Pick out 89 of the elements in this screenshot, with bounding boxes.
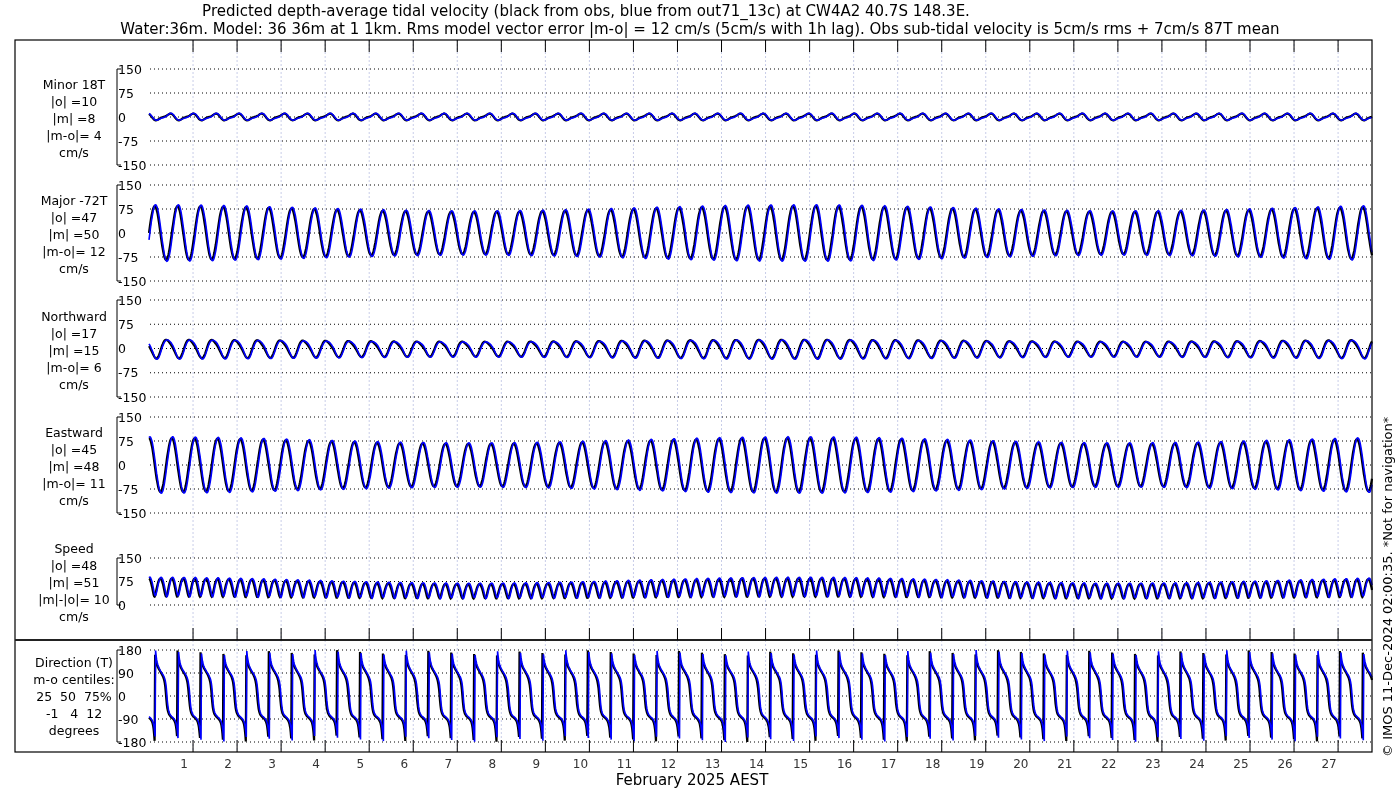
panel-label: m-o centiles: bbox=[33, 672, 115, 687]
x-tick-label: 27 bbox=[1321, 757, 1337, 771]
y-tick-label: -75 bbox=[118, 133, 139, 149]
x-tick-label: 19 bbox=[969, 757, 985, 771]
x-axis-label: February 2025 AEST bbox=[615, 771, 769, 789]
panel-label: |o| =10 bbox=[50, 94, 98, 109]
y-tick-label: -75 bbox=[118, 249, 139, 265]
x-tick-label: 22 bbox=[1101, 757, 1117, 771]
x-tick-label: 5 bbox=[356, 757, 364, 771]
x-tick-label: 20 bbox=[1013, 757, 1029, 771]
panel-label: |m-o|= 12 bbox=[42, 244, 106, 259]
y-tick-label: -75 bbox=[118, 481, 139, 497]
y-tick-label: 90 bbox=[118, 665, 134, 681]
y-tick-label: 75 bbox=[118, 433, 134, 449]
panel-label: |m-o|= 11 bbox=[42, 476, 106, 491]
x-tick-label: 2 bbox=[224, 757, 232, 771]
panel-label: |o| =47 bbox=[50, 210, 98, 225]
panel-label: cm/s bbox=[59, 145, 89, 160]
y-tick-label: 75 bbox=[118, 85, 134, 101]
panel-label: |m|-|o|= 10 bbox=[38, 592, 110, 607]
x-tick-label: 7 bbox=[444, 757, 453, 771]
y-tick-label: 180 bbox=[118, 642, 142, 658]
panel-label: -1 4 12 bbox=[45, 706, 103, 721]
panel-label: Speed bbox=[54, 541, 94, 556]
y-tick-label: 0 bbox=[118, 109, 126, 125]
panel-label: |o| =45 bbox=[50, 442, 98, 457]
panel-label: cm/s bbox=[59, 377, 89, 392]
y-tick-label: 0 bbox=[118, 457, 126, 473]
x-tick-label: 6 bbox=[400, 757, 409, 771]
y-tick-label: -150 bbox=[118, 505, 147, 521]
x-tick-label: 4 bbox=[312, 757, 320, 771]
y-tick-label: -150 bbox=[118, 389, 147, 405]
x-tick-label: 26 bbox=[1277, 757, 1293, 771]
x-tick-label: 13 bbox=[704, 757, 721, 771]
x-tick-label: 16 bbox=[837, 757, 853, 771]
x-tick-label: 23 bbox=[1145, 757, 1161, 771]
panel-label: |m| =48 bbox=[48, 459, 100, 474]
y-tick-label: 150 bbox=[118, 409, 142, 425]
x-tick-label: 12 bbox=[660, 757, 677, 771]
x-tick-label: 14 bbox=[748, 757, 765, 771]
panel-label: |m| =50 bbox=[48, 227, 100, 242]
x-tick-label: 18 bbox=[925, 757, 941, 771]
y-tick-label: 150 bbox=[118, 61, 142, 77]
panel-label: degrees bbox=[48, 723, 100, 738]
y-tick-label: 0 bbox=[118, 688, 126, 704]
panel-label: |m| =51 bbox=[48, 575, 100, 590]
x-tick-label: 10 bbox=[572, 757, 589, 771]
panel-label: |o| =48 bbox=[50, 558, 98, 573]
panel-label: cm/s bbox=[59, 493, 89, 508]
panel-label: Minor 18T bbox=[42, 77, 106, 92]
y-tick-label: 75 bbox=[118, 574, 134, 589]
x-tick-label: 25 bbox=[1233, 757, 1249, 771]
y-tick-label: -150 bbox=[118, 273, 147, 289]
chart-title: Predicted depth-average tidal velocity (black from obs, blue from out71_13c) at CW4A2 40.7S 148.3E. bbox=[202, 2, 970, 20]
panel-label: |o| =17 bbox=[50, 326, 98, 341]
y-tick-label: 150 bbox=[118, 177, 142, 193]
y-tick-label: 75 bbox=[118, 316, 134, 332]
x-tick-label: 11 bbox=[616, 757, 633, 771]
panel-label: Major -72T bbox=[40, 193, 108, 208]
x-tick-label: 1 bbox=[180, 757, 188, 771]
x-tick-label: 8 bbox=[488, 757, 497, 771]
x-tick-label: 21 bbox=[1057, 757, 1073, 771]
panel-label: cm/s bbox=[59, 261, 89, 276]
y-tick-label: 0 bbox=[118, 597, 126, 613]
y-tick-label: -90 bbox=[118, 711, 139, 727]
panel-label: Direction (T) bbox=[35, 655, 113, 670]
panel-label: Northward bbox=[41, 309, 107, 324]
y-tick-label: 150 bbox=[118, 292, 142, 308]
y-tick-label: -150 bbox=[118, 157, 147, 173]
x-tick-label: 3 bbox=[268, 757, 276, 771]
y-tick-label: 0 bbox=[118, 341, 126, 356]
y-tick-label: -75 bbox=[118, 365, 139, 381]
x-tick-label: 15 bbox=[792, 757, 809, 771]
panel-label: |m-o|= 4 bbox=[46, 128, 102, 143]
x-tick-label: 9 bbox=[532, 757, 541, 771]
footer-note: © IMOS 11-Dec-2024 02:00:35. *Not for navigation* bbox=[1380, 416, 1395, 757]
x-tick-label: 24 bbox=[1189, 757, 1205, 771]
y-tick-label: -180 bbox=[118, 734, 147, 750]
panel-label: cm/s bbox=[59, 609, 89, 624]
panel-label: 25 50 75% bbox=[36, 689, 112, 704]
panel-label: Eastward bbox=[45, 425, 103, 440]
y-tick-label: 75 bbox=[118, 201, 134, 217]
chart-title: Water:36m. Model: 36 36m at 1 1km. Rms model vector error |m-o| = 12 cm/s (5cm/s with 1h lag). Obs sub-tidal velocity is 5cm/s rms + 7cm/s 87T mean bbox=[120, 20, 1280, 38]
y-tick-label: 150 bbox=[118, 550, 142, 566]
x-tick-label: 17 bbox=[881, 757, 897, 771]
panel-label: |m| =15 bbox=[48, 343, 100, 358]
y-tick-label: 0 bbox=[118, 225, 126, 241]
panel-label: |m-o|= 6 bbox=[46, 360, 102, 375]
panel-label: |m| =8 bbox=[52, 111, 96, 126]
